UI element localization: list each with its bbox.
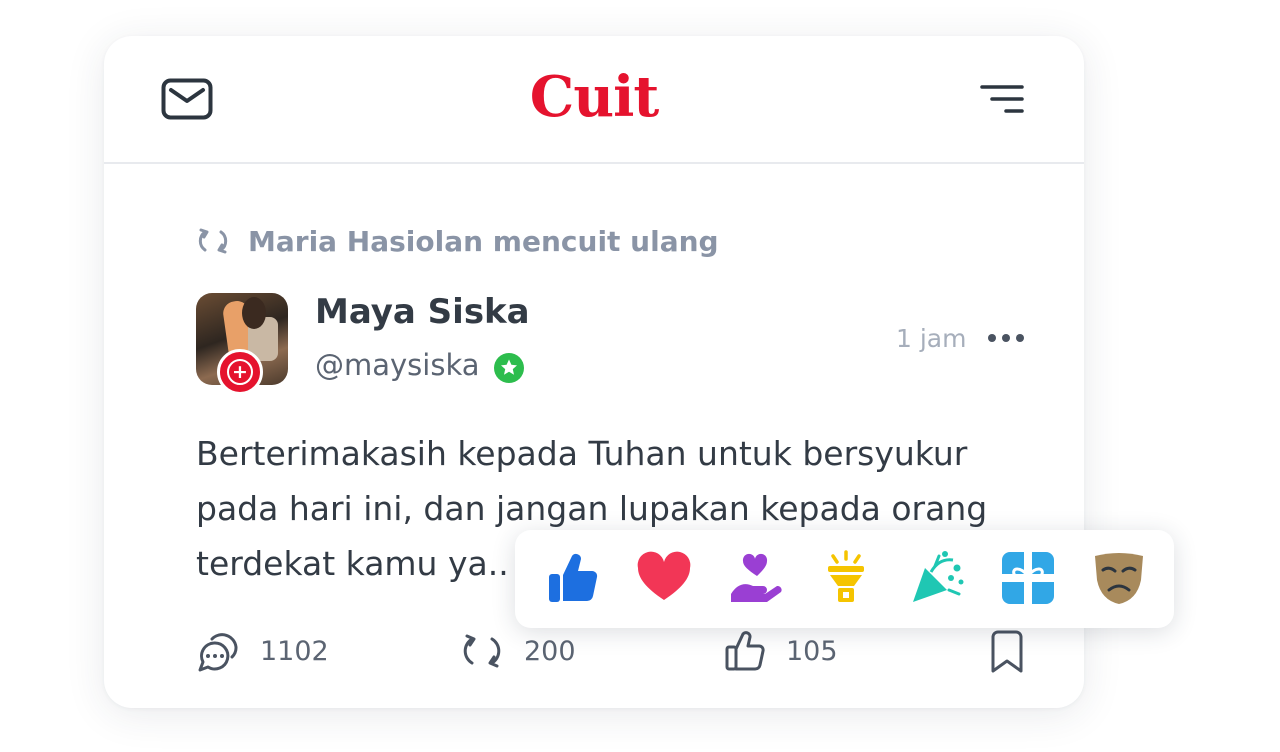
like-button[interactable]: 105 (724, 624, 838, 678)
bookmark-icon[interactable] (988, 630, 1026, 674)
top-bar: Cuit (104, 36, 1084, 164)
thumbs-up-icon (725, 631, 765, 671)
more-options-icon[interactable] (986, 326, 1026, 350)
insightful-lamp-reaction-icon[interactable] (818, 550, 874, 606)
post-timestamp: 1 jam (896, 324, 967, 353)
heart-reaction-icon[interactable] (636, 550, 692, 606)
thumbs-up-reaction-icon[interactable] (545, 550, 601, 606)
comment-count: 1102 (260, 635, 329, 667)
repost-icon (198, 228, 228, 254)
gift-reaction-icon[interactable] (1000, 550, 1056, 606)
celebrate-party-popper-reaction-icon[interactable] (909, 550, 965, 606)
comment-icon (198, 633, 238, 672)
like-count: 105 (786, 635, 838, 667)
repost-icon (463, 634, 501, 668)
app-logo[interactable]: Cuit (104, 64, 1084, 130)
author-handle[interactable]: @maysiska (315, 348, 480, 382)
author-name[interactable]: Maya Siska (315, 292, 530, 332)
post-actions: 1102 200 105 (104, 624, 1084, 678)
repost-count: 200 (524, 635, 576, 667)
care-hand-heart-reaction-icon[interactable] (727, 550, 783, 606)
repost-label[interactable]: Maria Hasiolan mencuit ulang (248, 225, 719, 258)
repost-button[interactable]: 200 (460, 624, 576, 678)
comment-button[interactable]: 1102 (196, 624, 329, 678)
hamburger-menu-icon[interactable] (980, 84, 1024, 114)
sad-mask-reaction-icon[interactable] (1091, 550, 1147, 606)
reaction-picker (515, 530, 1174, 628)
follow-add-button[interactable]: + (217, 349, 263, 395)
plus-icon: + (227, 359, 253, 385)
repost-indicator: Maria Hasiolan mencuit ulang (196, 224, 719, 258)
verified-badge-icon (494, 353, 524, 383)
